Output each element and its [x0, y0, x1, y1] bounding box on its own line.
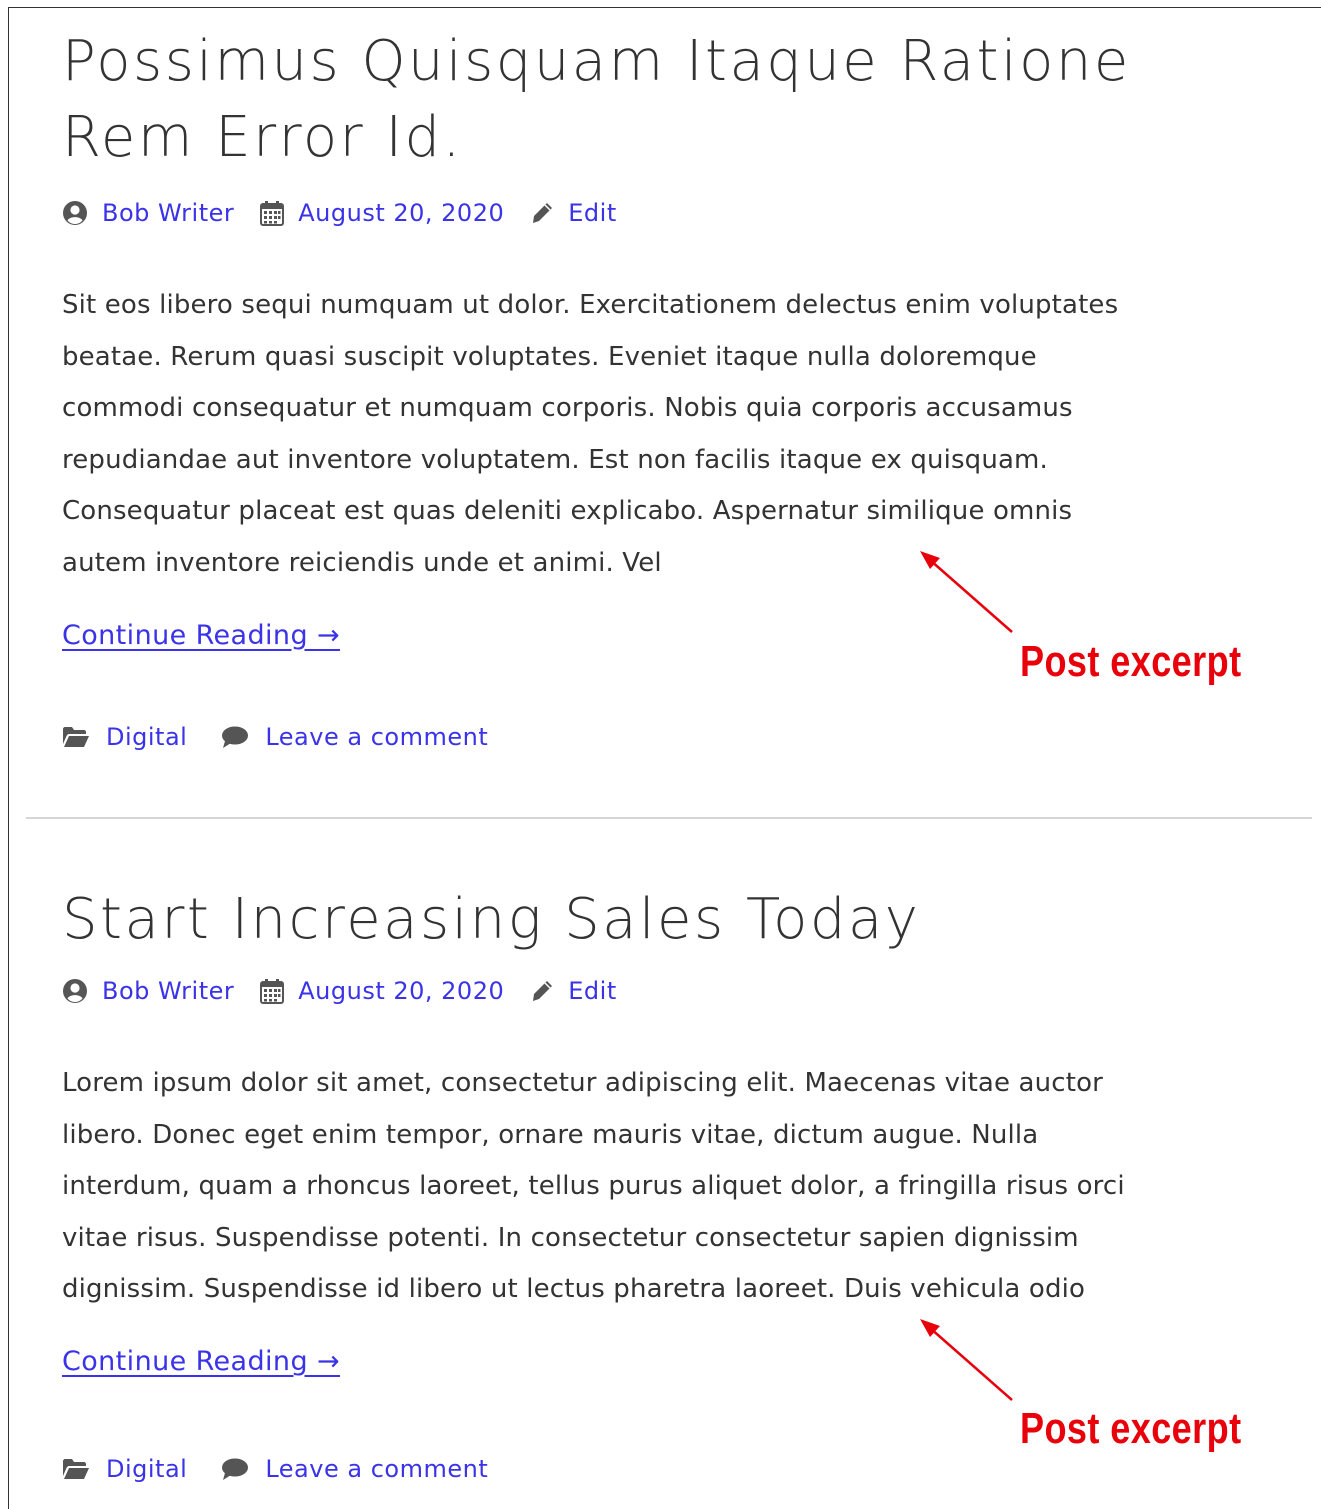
excerpt-line: dignissim. Suspendisse id libero ut lect… [62, 1274, 1086, 1305]
comment-link[interactable]: Leave a comment [265, 723, 488, 751]
author-link[interactable]: Bob Writer [102, 199, 234, 227]
edit-meta[interactable]: Edit [530, 199, 616, 227]
post-separator [26, 817, 1312, 819]
user-circle-icon [63, 979, 87, 1003]
excerpt-line: Sit eos libero sequi numquam ut dolor. E… [62, 290, 1119, 320]
post-meta: Bob Writer August 20, 2020 Edit [62, 198, 1262, 228]
post-excerpt: Lorem ipsum dolor sit amet, consectetur … [62, 1058, 1262, 1316]
post-footer-meta: Digital Leave a comment [62, 722, 522, 752]
post-article: Possimus Quisquam Itaque Ratione Rem Err… [62, 24, 1262, 751]
folder-open-icon [63, 1459, 89, 1479]
date-meta[interactable]: August 20, 2020 [260, 199, 504, 227]
comment-icon [222, 1458, 249, 1480]
category-link[interactable]: Digital [106, 723, 187, 751]
date-link[interactable]: August 20, 2020 [298, 199, 504, 227]
post-title-line[interactable]: Rem Error Id. [62, 100, 1262, 176]
calendar-icon [260, 201, 285, 226]
comment-icon [222, 726, 249, 748]
post-title-line[interactable]: Start Increasing Sales Today [62, 882, 1262, 958]
category-link[interactable]: Digital [106, 1455, 187, 1483]
edit-link[interactable]: Edit [568, 977, 616, 1005]
post-title-line[interactable]: Possimus Quisquam Itaque Ratione [62, 24, 1262, 100]
user-circle-icon [63, 201, 87, 225]
author-meta[interactable]: Bob Writer [62, 977, 234, 1005]
pencil-icon [533, 203, 553, 223]
comment-link[interactable]: Leave a comment [265, 1455, 488, 1483]
category-meta[interactable]: Digital [62, 1455, 187, 1483]
frame-left-border [8, 7, 9, 1509]
date-link[interactable]: August 20, 2020 [298, 977, 504, 1005]
comment-meta[interactable]: Leave a comment [221, 723, 488, 751]
excerpt-line: commodi consequatur et numquam corporis.… [62, 393, 1073, 424]
post-meta: Bob Writer August 20, 2020 Edit [62, 976, 1262, 1006]
comment-meta[interactable]: Leave a comment [221, 1455, 488, 1483]
pencil-icon [533, 981, 553, 1001]
post-title[interactable]: Start Increasing Sales Today [62, 882, 1262, 958]
excerpt-line: autem inventore reiciendis unde et animi… [62, 547, 662, 578]
excerpt-line: Consequatur placeat est quas deleniti ex… [62, 496, 1073, 527]
calendar-icon [260, 979, 285, 1004]
date-meta[interactable]: August 20, 2020 [260, 977, 504, 1005]
post-title[interactable]: Possimus Quisquam Itaque Ratione Rem Err… [62, 24, 1262, 176]
excerpt-line: interdum, quam a rhoncus laoreet, tellus… [62, 1171, 1125, 1202]
category-meta[interactable]: Digital [62, 723, 187, 751]
author-meta[interactable]: Bob Writer [62, 199, 234, 227]
excerpt-line: repudiandae aut inventore voluptatem. Es… [62, 444, 1048, 475]
post-excerpt: Sit eos libero sequi numquam ut dolor. E… [62, 280, 1262, 590]
edit-meta[interactable]: Edit [530, 977, 616, 1005]
excerpt-line: vitae risus. Suspendisse potenti. In con… [62, 1222, 1079, 1253]
frame-top-border [8, 7, 1321, 8]
annotation-label: Post excerpt [1020, 1404, 1242, 1453]
excerpt-line: Lorem ipsum dolor sit amet, consectetur … [62, 1068, 1103, 1098]
author-link[interactable]: Bob Writer [102, 977, 234, 1005]
folder-open-icon [63, 727, 89, 747]
edit-link[interactable]: Edit [568, 199, 616, 227]
excerpt-line: beatae. Rerum quasi suscipit voluptates.… [62, 341, 1037, 372]
continue-reading-link[interactable]: Continue Reading → [62, 620, 340, 651]
continue-reading-link[interactable]: Continue Reading → [62, 1346, 340, 1377]
post-article: Start Increasing Sales Today Bob Writer [62, 882, 1262, 1483]
post-footer-meta: Digital Leave a comment [62, 1454, 522, 1484]
annotation-label: Post excerpt [1020, 637, 1242, 686]
excerpt-line: libero. Donec eget enim tempor, ornare m… [62, 1119, 1039, 1150]
